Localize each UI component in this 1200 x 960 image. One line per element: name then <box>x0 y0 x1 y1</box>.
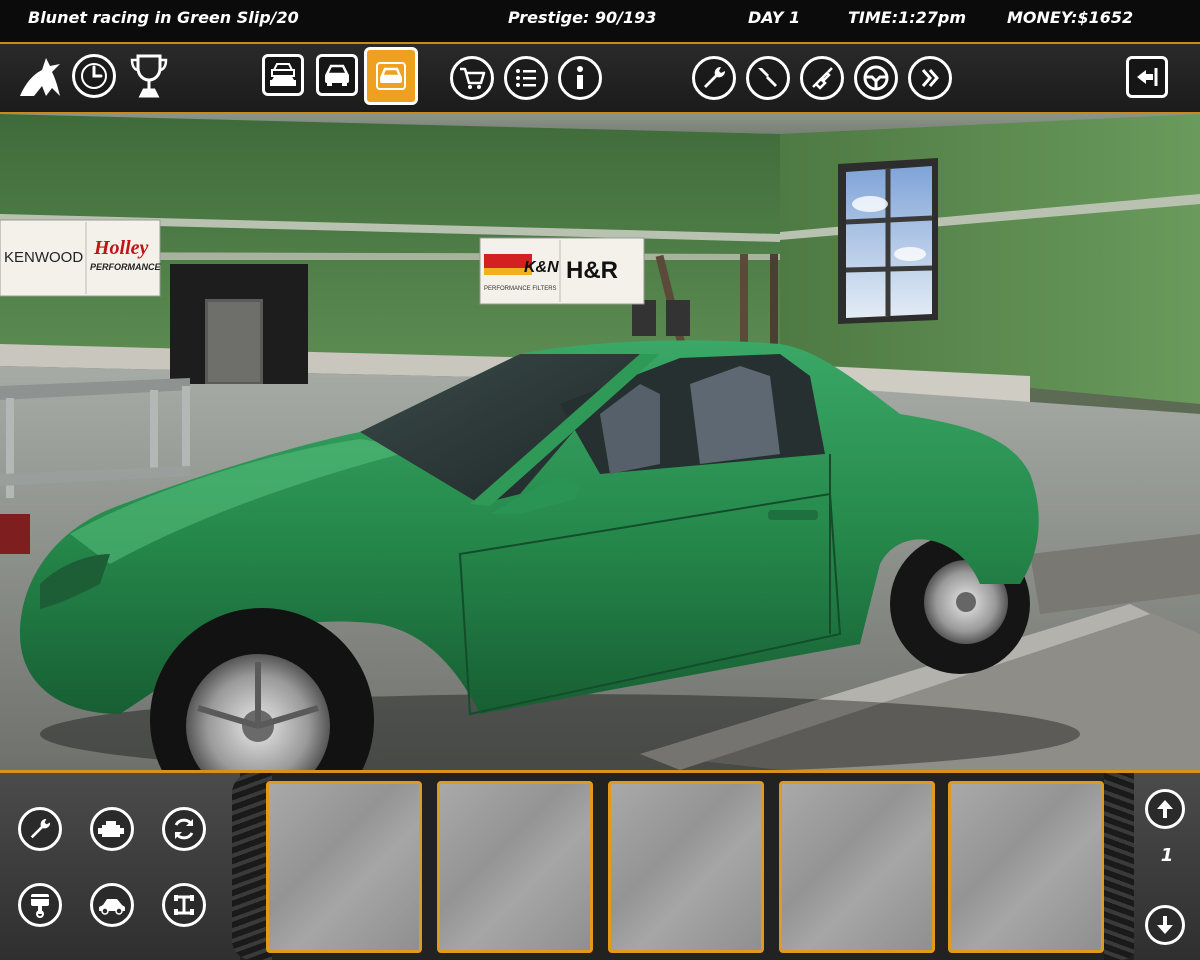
bird-logo-icon[interactable] <box>16 52 66 100</box>
info-button[interactable] <box>558 56 602 100</box>
wrench-icon <box>28 817 52 841</box>
holley-sub: PERFORMANCE <box>90 262 161 272</box>
category-body-button[interactable] <box>90 883 134 927</box>
category-tuning-button[interactable] <box>18 807 62 851</box>
arrow-up-icon <box>1155 798 1175 820</box>
list-button[interactable] <box>504 56 548 100</box>
category-refresh-button[interactable] <box>162 807 206 851</box>
category-engine-button[interactable] <box>90 807 134 851</box>
category-chassis-button[interactable] <box>162 883 206 927</box>
time-display: TIME:1:27pm <box>848 8 967 27</box>
fast-forward-icon <box>917 65 943 91</box>
page-down-button[interactable] <box>1145 905 1185 945</box>
part-slot-2[interactable] <box>437 781 593 953</box>
drive-button[interactable] <box>854 56 898 100</box>
tuning-button[interactable] <box>692 56 736 100</box>
garage-cars-tab[interactable] <box>262 54 304 96</box>
kn-logo: K&N <box>524 259 559 276</box>
part-slot-3[interactable] <box>608 781 764 953</box>
category-piston-button[interactable] <box>18 883 62 927</box>
hr-logo: H&R <box>566 257 618 284</box>
car-selected-icon <box>375 61 407 91</box>
piston-icon <box>28 892 52 918</box>
engine-icon <box>98 817 126 841</box>
trophy-icon[interactable] <box>130 52 168 102</box>
refresh-icon <box>171 816 197 842</box>
part-slot-4[interactable] <box>779 781 935 953</box>
list-icon <box>514 66 538 90</box>
page-up-button[interactable] <box>1145 789 1185 829</box>
arrow-down-icon <box>1155 914 1175 936</box>
main-toolbar <box>0 42 1200 114</box>
spark-plug-icon <box>809 65 835 91</box>
exit-icon <box>1134 65 1160 89</box>
kn-sub: PERFORMANCE FILTERS <box>484 286 557 292</box>
category-buttons <box>0 773 240 960</box>
exit-button[interactable] <box>1126 56 1168 98</box>
part-slot-1[interactable] <box>266 781 422 953</box>
screwdriver-icon <box>755 65 781 91</box>
slot-pager: 1 <box>1134 773 1200 960</box>
bottom-panel: 1 <box>0 770 1200 960</box>
info-icon <box>570 65 590 91</box>
prestige-counter: Prestige: 90/193 <box>508 8 657 27</box>
status-bar: Blunet racing in Green Slip/20 Prestige:… <box>0 0 1200 42</box>
page-number: 1 <box>1160 845 1174 866</box>
car-front-icon <box>322 60 352 90</box>
day-counter: DAY 1 <box>748 8 801 27</box>
garage-cars-icon <box>268 60 298 90</box>
holley-logo: Holley <box>93 237 149 259</box>
advance-button[interactable] <box>908 56 952 100</box>
steering-wheel-icon <box>862 64 890 92</box>
money-display: MONEY:$1652 <box>1007 8 1134 27</box>
car-selected-tab[interactable] <box>364 47 418 105</box>
electrical-button[interactable] <box>800 56 844 100</box>
wrench-icon <box>701 65 727 91</box>
shop-button[interactable] <box>450 56 494 100</box>
car-front-tab[interactable] <box>316 54 358 96</box>
shopping-cart-icon <box>458 65 486 91</box>
clock-icon[interactable] <box>72 54 116 98</box>
kenwood-logo: KENWOOD <box>4 249 83 266</box>
repair-button[interactable] <box>746 56 790 100</box>
part-slot-5[interactable] <box>948 781 1104 953</box>
garage-scene: KENWOOD Holley PERFORMANCE K&N PERFORMAN… <box>0 114 1200 770</box>
car-body-icon <box>97 895 127 915</box>
chassis-icon <box>172 893 196 917</box>
race-title: Blunet racing in Green Slip/20 <box>28 8 299 27</box>
